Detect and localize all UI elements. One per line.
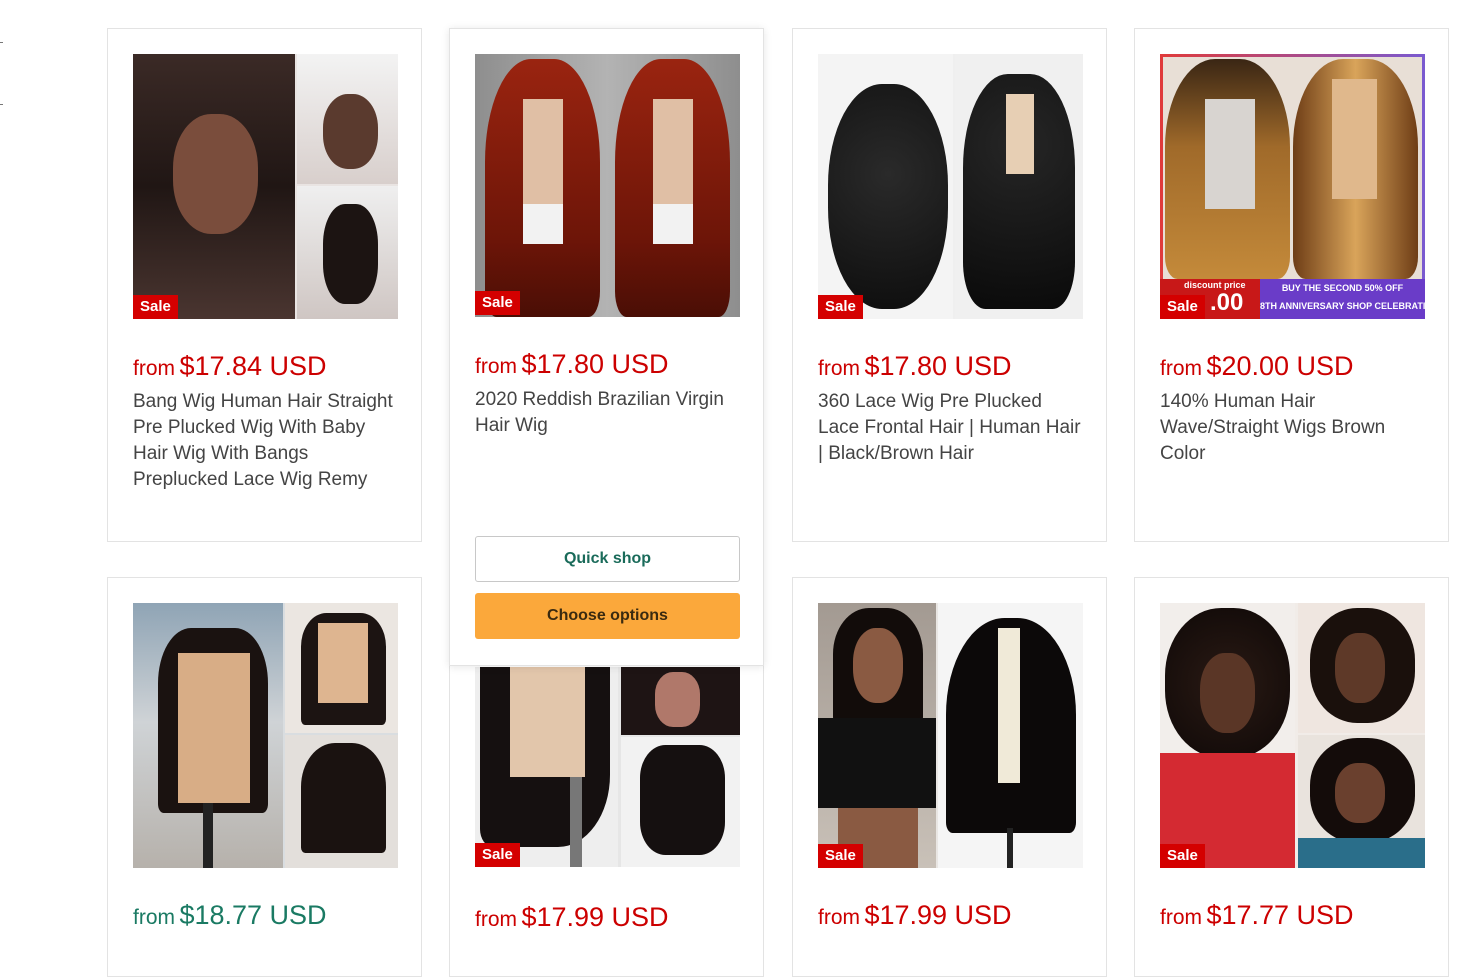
product-image[interactable]: discount price .00 BUY THE SECOND 50% OF…: [1160, 54, 1425, 319]
product-image[interactable]: Sale: [133, 54, 398, 319]
edge-tick: [0, 42, 3, 43]
product-price: from $17.99 USD: [818, 900, 1012, 930]
product-card[interactable]: Sale from $17.84 USD Bang Wig Human Hair…: [107, 28, 422, 542]
product-card[interactable]: discount price .00 BUY THE SECOND 50% OF…: [1134, 28, 1449, 542]
sale-badge: Sale: [1160, 295, 1205, 319]
product-title[interactable]: 360 Lace Wig Pre Plucked Lace Frontal Ha…: [818, 389, 1086, 467]
product-price: from $17.99 USD: [475, 902, 669, 932]
product-price: from $17.84 USD: [133, 351, 327, 381]
product-title[interactable]: 140% Human Hair Wave/Straight Wigs Brown…: [1160, 389, 1428, 467]
product-price: from $18.77 USD: [133, 900, 327, 930]
choose-options-button[interactable]: Choose options: [475, 593, 740, 639]
sale-badge: Sale: [475, 843, 520, 867]
product-card[interactable]: Sale from $17.77 USD: [1134, 577, 1449, 977]
product-image[interactable]: [133, 603, 398, 868]
product-price: from $17.80 USD: [475, 349, 669, 379]
product-card[interactable]: Sale from $17.80 USD 2020 Reddish Brazil…: [449, 28, 764, 666]
product-image[interactable]: Sale: [818, 54, 1083, 319]
product-price: from $20.00 USD: [1160, 351, 1354, 381]
sale-badge: Sale: [818, 844, 863, 868]
product-image[interactable]: Sale: [818, 603, 1083, 868]
edge-tick: [0, 104, 3, 105]
product-card[interactable]: Sale from $17.99 USD: [792, 577, 1107, 977]
sale-badge: Sale: [818, 295, 863, 319]
product-image[interactable]: Sale: [475, 667, 740, 867]
product-title[interactable]: 2020 Reddish Brazilian Virgin Hair Wig: [475, 387, 743, 439]
product-image[interactable]: Sale: [1160, 603, 1425, 868]
sale-badge: Sale: [1160, 844, 1205, 868]
quick-shop-button[interactable]: Quick shop: [475, 536, 740, 582]
sale-badge: Sale: [475, 291, 520, 315]
product-title[interactable]: Bang Wig Human Hair Straight Pre Plucked…: [133, 389, 401, 493]
product-card[interactable]: from $18.77 USD: [107, 577, 422, 977]
product-card[interactable]: Sale from $17.80 USD 360 Lace Wig Pre Pl…: [792, 28, 1107, 542]
product-price: from $17.80 USD: [818, 351, 1012, 381]
product-price: from $17.77 USD: [1160, 900, 1354, 930]
product-image[interactable]: Sale: [475, 54, 740, 317]
sale-badge: Sale: [133, 295, 178, 319]
